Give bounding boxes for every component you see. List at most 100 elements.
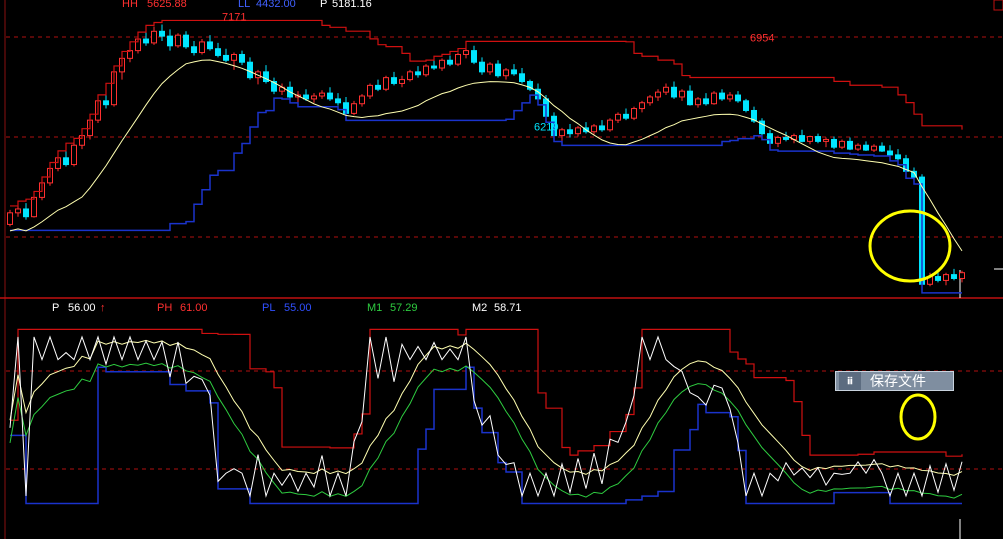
candle-body-78	[631, 108, 637, 119]
corner-box[interactable]	[993, 0, 1003, 11]
candle-body-50	[407, 71, 413, 81]
candle-body-3	[31, 196, 37, 218]
candle-body-1	[15, 208, 21, 214]
candle-body-103	[831, 138, 837, 148]
candle-body-110	[887, 150, 893, 156]
candle-body-0	[7, 212, 13, 225]
candle-body-118	[951, 274, 957, 279]
price-pane: 71716954621959124432	[7, 11, 965, 294]
candle-body-25	[207, 41, 213, 50]
highlight-circle-indicator	[899, 393, 937, 441]
candle-body-2	[23, 208, 29, 218]
candle-body-30	[247, 61, 253, 79]
candle-body-52	[423, 65, 429, 76]
candle-body-48	[391, 77, 397, 84]
candle-body-44	[359, 95, 365, 105]
candle-body-100	[807, 136, 813, 142]
candle-body-87	[703, 98, 709, 105]
candle-body-106	[855, 144, 861, 150]
indicator-header: P 56.00 ↑ PH 61.00 PL 55.00 M1 57.29 M2 …	[52, 302, 522, 314]
candle-body-97	[783, 137, 789, 140]
ll-label: LL	[238, 0, 250, 10]
candle-body-12	[103, 100, 109, 106]
ph-label: PH	[157, 302, 172, 314]
candle-body-81	[655, 91, 661, 98]
annotation-label-0: 7171	[222, 11, 246, 23]
candle-body-28	[231, 53, 237, 61]
candle-body-49	[399, 79, 405, 84]
candle-body-46	[375, 84, 381, 90]
candle-body-8	[71, 144, 77, 166]
save-file-popup[interactable]: ⅲ 保存文件	[835, 371, 954, 391]
candle-body-89	[719, 92, 725, 100]
candle-body-79	[639, 102, 645, 110]
upper-band-line	[10, 19, 963, 207]
m1-value: 57.29	[390, 302, 418, 314]
candle-body-51	[415, 71, 421, 76]
candle-body-58	[471, 50, 477, 63]
candle-body-20	[167, 35, 173, 47]
candle-body-21	[175, 34, 181, 47]
candle-body-40	[327, 92, 333, 100]
candle-body-102	[823, 138, 829, 142]
candle-body-73	[591, 125, 597, 133]
candle-body-17	[143, 38, 149, 44]
candle-body-22	[183, 34, 189, 48]
candle-body-111	[895, 154, 901, 160]
candle-body-19	[159, 30, 165, 37]
pl-label: PL	[262, 302, 275, 314]
candle-body-86	[695, 98, 701, 106]
candle-body-61	[495, 63, 501, 77]
m1-label: M1	[367, 302, 382, 314]
highlight-circle-price	[868, 209, 952, 283]
ph-value: 61.00	[180, 302, 208, 314]
candle-body-71	[575, 127, 581, 135]
annotation-label-2: 6219	[534, 121, 558, 133]
candle-body-38	[311, 95, 317, 100]
candle-body-101	[815, 136, 821, 142]
hh-label: HH	[122, 0, 138, 10]
candle-body-90	[727, 94, 733, 100]
candle-body-63	[511, 69, 517, 75]
candle-body-91	[735, 94, 741, 102]
p-label-top: P	[320, 0, 327, 10]
grid-layer	[6, 36, 1003, 470]
candle-body-92	[743, 100, 749, 111]
annotation-label-1: 6954	[750, 32, 774, 44]
candle-body-57	[463, 50, 469, 55]
candle-body-29	[239, 53, 245, 63]
p-label: P	[52, 302, 59, 314]
candle-body-41	[335, 98, 341, 104]
pl-line	[10, 366, 962, 505]
save-file-icon[interactable]: ⅲ	[839, 372, 861, 390]
top-header: HH 5625.88 LL 4432.00 P 5181.16	[122, 0, 372, 10]
m2-label: M2	[472, 302, 487, 314]
candle-body-26	[215, 48, 221, 56]
candle-body-39	[319, 92, 325, 97]
candle-body-32	[263, 71, 269, 83]
p-value-top: 5181.16	[332, 0, 372, 10]
candle-body-64	[519, 73, 525, 83]
candle-body-83	[671, 86, 677, 98]
candle-body-116	[935, 276, 941, 281]
mid-average-line	[9, 59, 963, 252]
candle-body-75	[607, 119, 613, 131]
candle-body-55	[447, 59, 453, 65]
p-arrow-icon: ↑	[100, 302, 106, 314]
candle-body-69	[559, 129, 565, 137]
candle-body-117	[943, 274, 949, 281]
candle-body-76	[615, 113, 621, 121]
candle-body-18	[151, 30, 157, 44]
m2-value: 58.71	[494, 302, 522, 314]
candle-body-88	[711, 92, 717, 105]
candle-body-77	[623, 113, 629, 119]
candle-body-82	[663, 86, 669, 93]
indicator-pane	[9, 328, 963, 505]
save-file-label[interactable]: 保存文件	[870, 371, 926, 391]
candle-body-109	[879, 145, 885, 152]
candle-body-7	[63, 157, 69, 166]
candle-body-108	[871, 145, 877, 151]
ph-line	[10, 328, 963, 457]
candle-body-59	[479, 61, 485, 73]
candle-body-27	[223, 54, 229, 61]
